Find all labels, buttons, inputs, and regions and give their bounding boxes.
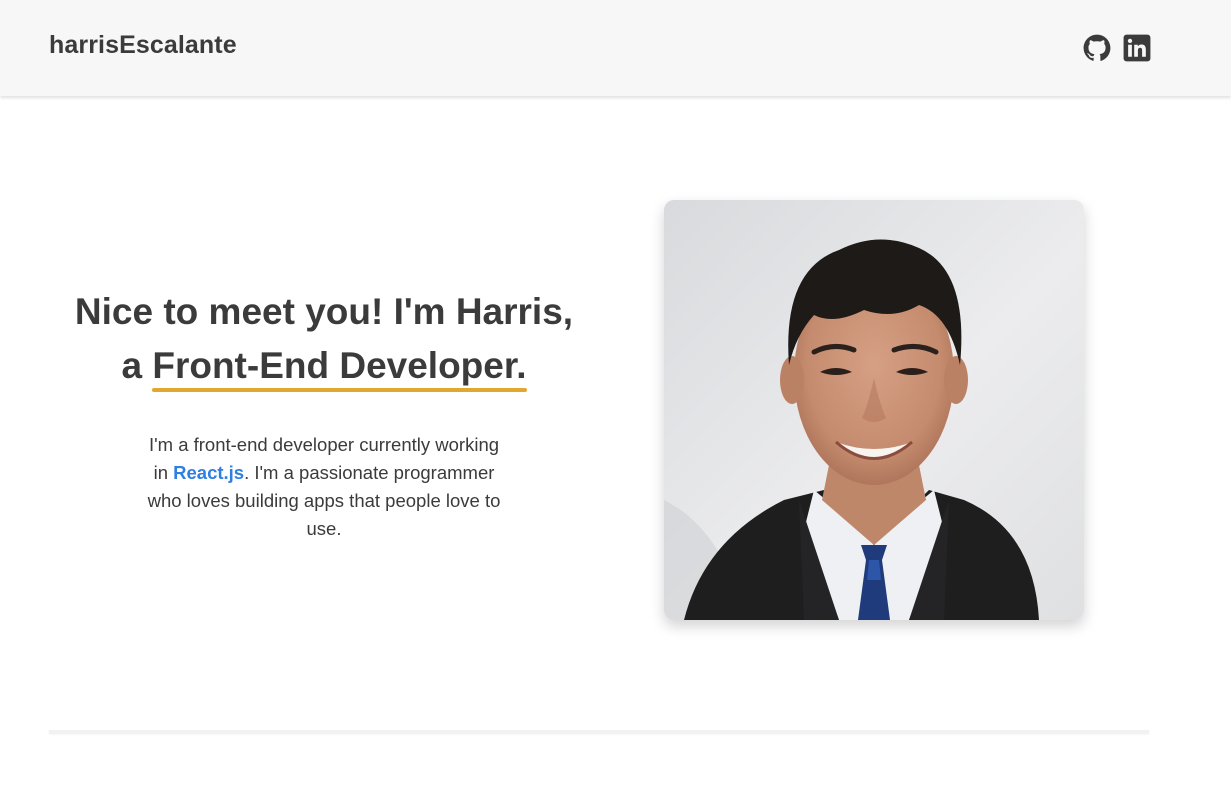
navbar: harrisEscalante [0, 0, 1231, 96]
portrait-illustration [664, 200, 1084, 620]
profile-photo [664, 200, 1084, 620]
linkedin-icon [1123, 34, 1151, 62]
hero-section: Nice to meet you! I'm Harris, a Front-En… [0, 96, 1231, 736]
hero-headline: Nice to meet you! I'm Harris, a Front-En… [40, 285, 608, 393]
brand-logo-link[interactable]: harrisEscalante [49, 31, 237, 60]
headline-greeting: Nice to meet you! I'm Harris, [74, 291, 574, 332]
github-icon [1083, 34, 1111, 61]
github-link[interactable] [1083, 34, 1111, 62]
section-divider [49, 730, 1149, 733]
headline-role: Front-End Developer. [152, 343, 527, 392]
hero-intro-paragraph: I'm a front-end developer currently work… [144, 431, 504, 543]
headline-prefix: a [121, 345, 153, 386]
linkedin-link[interactable] [1123, 34, 1151, 62]
react-link[interactable]: React.js [173, 462, 244, 483]
hero-text-block: Nice to meet you! I'm Harris, a Front-En… [40, 285, 608, 543]
